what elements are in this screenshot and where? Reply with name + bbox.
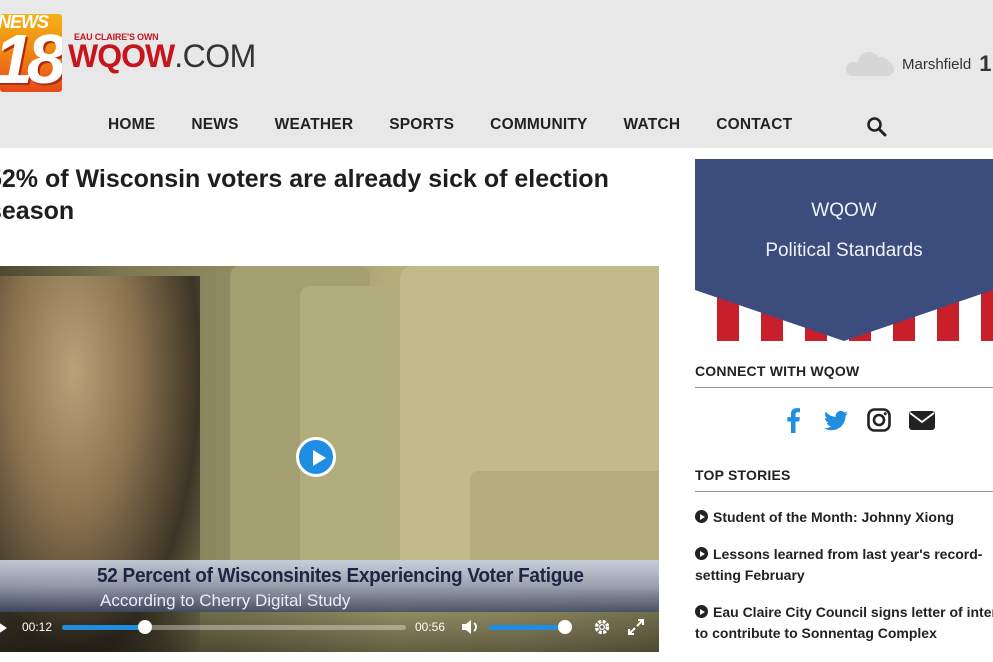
nav-contact[interactable]: CONTACT [716,116,792,134]
facebook-icon[interactable] [780,406,808,434]
story-title: Lessons learned from last year's record-… [695,546,983,583]
promo-subtitle: Political Standards [765,240,923,261]
fullscreen-icon[interactable] [627,618,645,636]
play-circle-icon [695,547,708,560]
seek-progress [62,625,145,630]
news18-logo[interactable]: NEWS 18 [0,14,62,92]
volume-icon[interactable] [461,619,479,635]
play-circle-icon [695,605,708,618]
volume-level [489,625,566,630]
promo-title: WQOW [811,200,877,221]
current-time: 00:12 [22,620,53,634]
video-lower-third-subtitle: According to Cherry Digital Study [100,591,351,610]
nav-watch[interactable]: WATCH [624,116,681,134]
play-overlay-button[interactable] [296,437,336,477]
nav-news[interactable]: NEWS [191,116,238,134]
story-title: Eau Claire City Council signs letter of … [695,604,993,641]
seek-handle[interactable] [137,620,152,634]
story-item[interactable]: Lessons learned from last year's record-… [695,544,993,586]
main-nav: HOME NEWS WEATHER SPORTS COMMUNITY WATCH… [108,116,828,134]
weather-temperature: 1 [979,51,992,76]
email-icon[interactable] [908,406,936,434]
video-lower-third-headline: 52 Percent of Wisconsinites Experiencing… [97,565,584,587]
article-title: 52% of Wisconsin voters are already sick… [0,165,609,225]
site-name: WQOW [68,38,175,74]
logo-number: 18 [0,20,62,92]
play-circle-icon [695,510,708,523]
connect-heading: CONNECT WITH WQOW [695,363,860,379]
connect-divider [695,387,993,388]
twitter-icon[interactable] [822,406,850,434]
nav-home[interactable]: HOME [108,116,155,134]
instagram-icon[interactable] [865,406,893,434]
nav-community[interactable]: COMMUNITY [490,116,587,134]
weather-city: Marshfield [902,55,972,73]
duration-time: 00:56 [415,620,446,634]
site-tld: .COM [174,38,256,74]
story-item[interactable]: Eau Claire City Council signs letter of … [695,602,993,644]
site-logo-wordmark[interactable]: WQOW.COM [68,36,256,76]
cloud-icon [846,50,896,78]
search-icon[interactable] [866,116,888,138]
top-stories-heading: TOP STORIES [695,467,791,483]
seek-bar[interactable] [62,625,406,630]
gear-icon[interactable] [593,618,611,636]
top-stories-divider [695,491,993,492]
story-title: Student of the Month: Johnny Xiong [713,509,955,525]
play-pause-icon[interactable] [0,622,7,634]
weather-widget[interactable]: Marshfield 1 [846,50,991,78]
story-item[interactable]: Student of the Month: Johnny Xiong [695,507,993,528]
nav-weather[interactable]: WEATHER [275,116,354,134]
nav-sports[interactable]: SPORTS [389,116,454,134]
